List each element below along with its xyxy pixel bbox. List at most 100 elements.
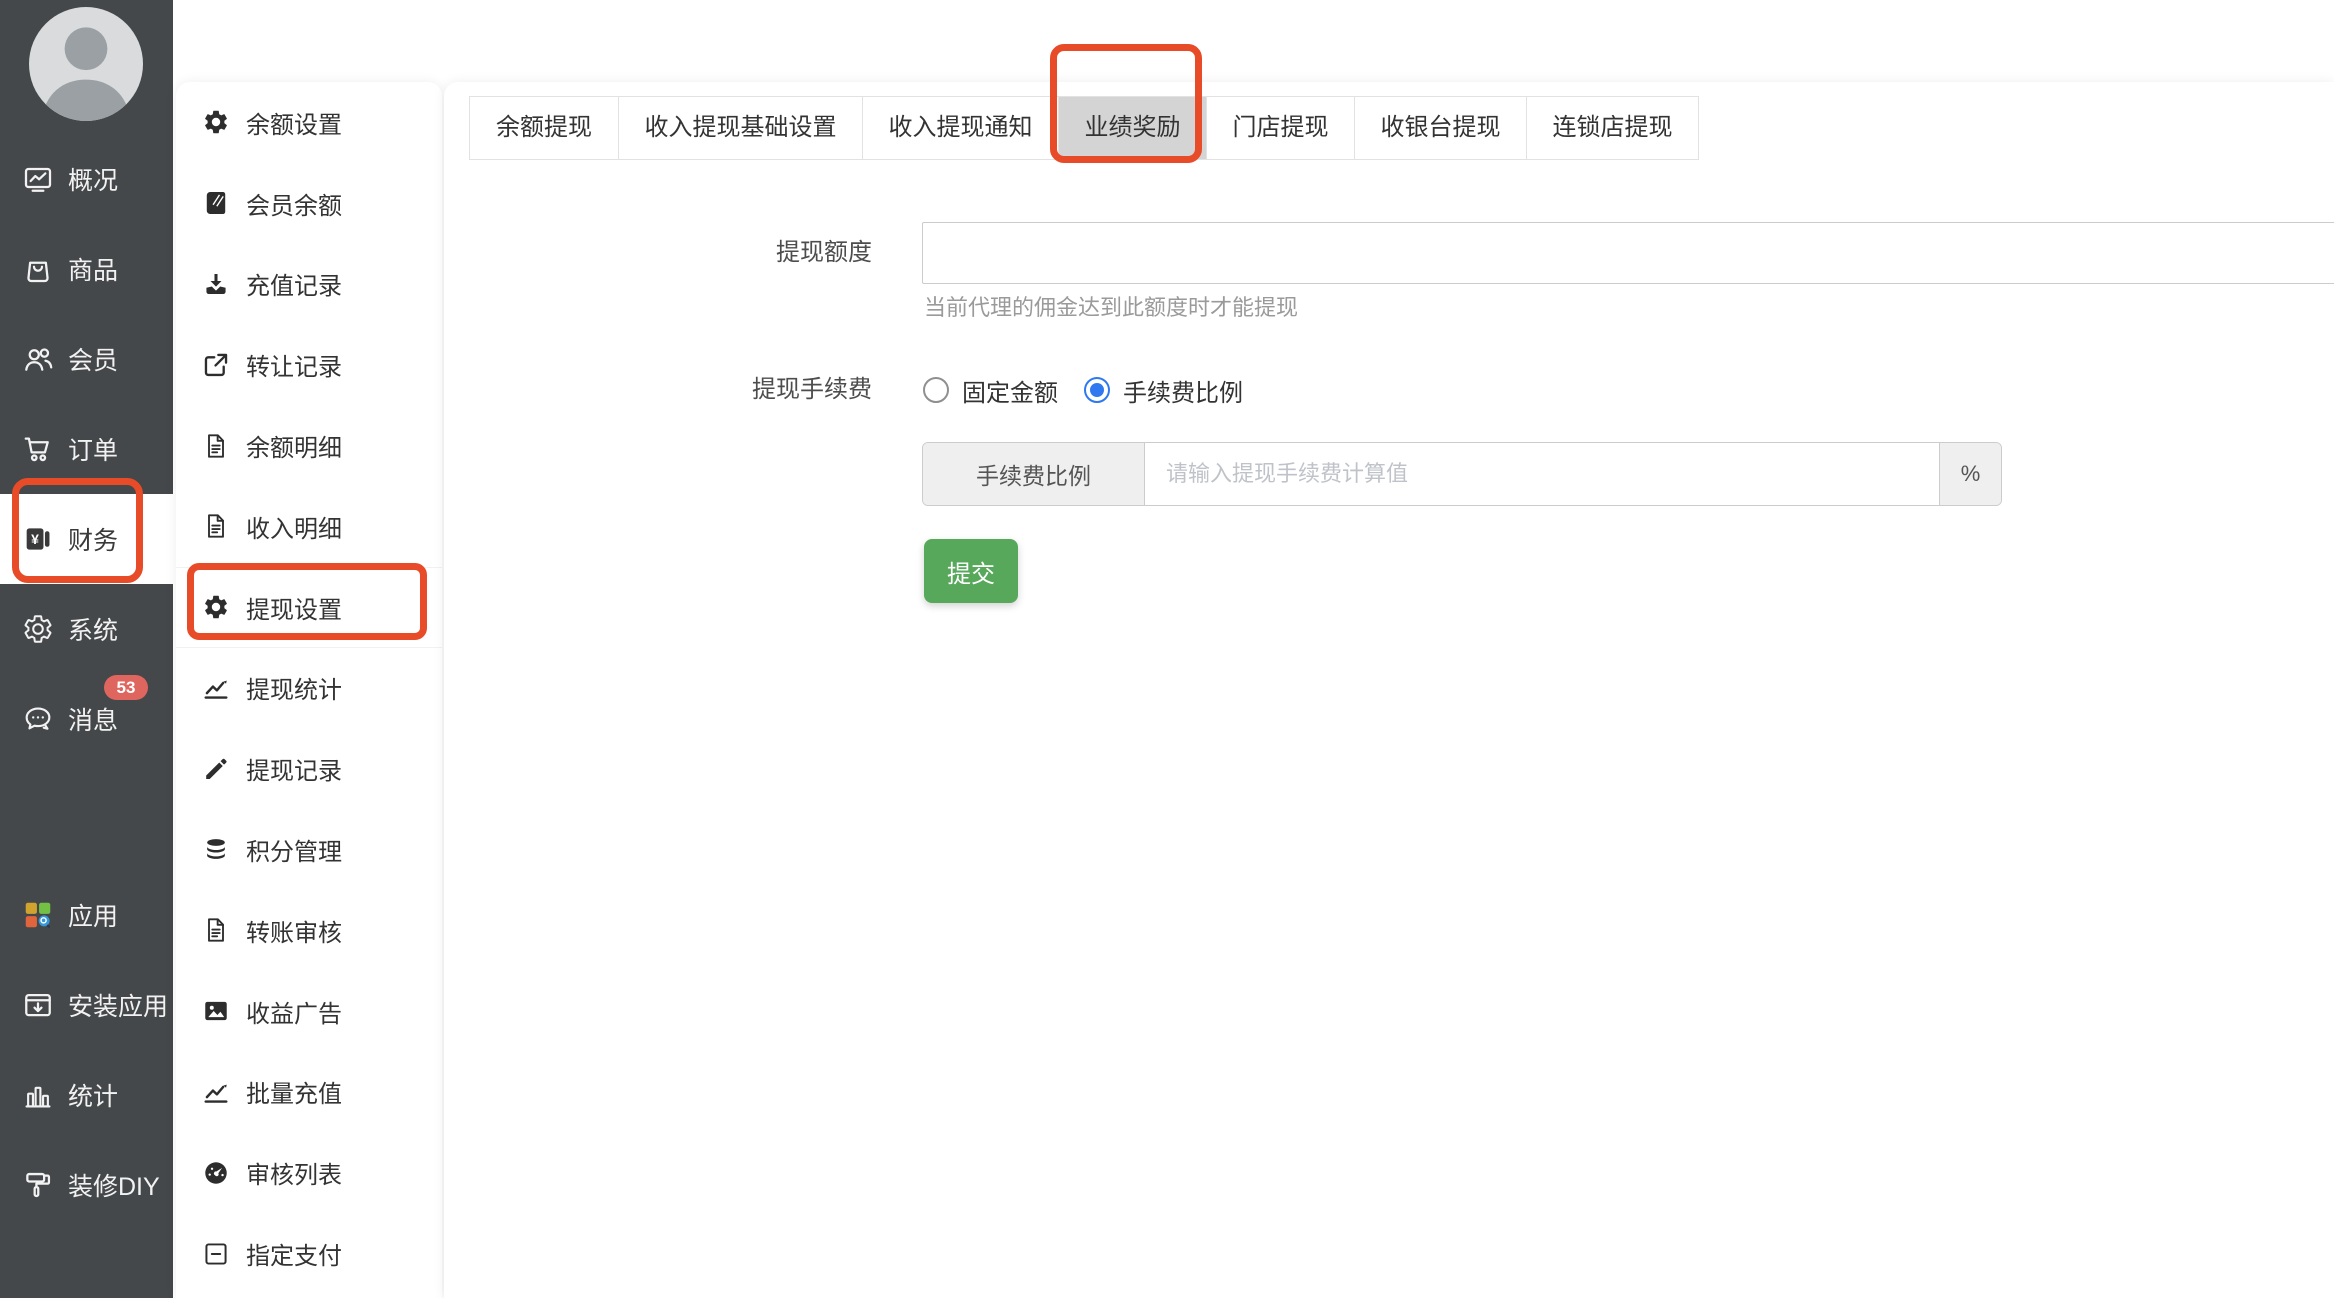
file-icon bbox=[202, 432, 230, 460]
dark-sidebar: 概况商品会员订单 ¥ 财务系统 消息 53 应用安装应用统计装修DIY bbox=[0, 0, 173, 1298]
submenu-item-transfer-records[interactable]: 转让记录 bbox=[176, 324, 442, 405]
book-icon bbox=[202, 189, 230, 217]
finance-icon: ¥ bbox=[22, 523, 54, 555]
submenu-item-balance-settings[interactable]: 余额设置 bbox=[176, 82, 442, 163]
tab-balance-withdraw[interactable]: 余额提现 bbox=[470, 97, 618, 159]
members-icon bbox=[22, 343, 54, 375]
sidebar-item-finance[interactable]: ¥ 财务 bbox=[0, 494, 173, 584]
fee-type-option-fixed-amount[interactable]: 固定金额 bbox=[923, 373, 1058, 408]
sidebar-item-system[interactable]: 系统 bbox=[0, 584, 173, 674]
submenu-item-label: 转让记录 bbox=[246, 354, 342, 382]
submenu-item-withdraw-stats[interactable]: 提现统计 bbox=[176, 648, 442, 729]
sidebar-item-label: 会员 bbox=[68, 347, 119, 375]
submenu-item-label: 收入明细 bbox=[246, 515, 342, 543]
fee-type-option-label: 固定金额 bbox=[962, 379, 1058, 407]
submenu-item-withdraw-settings[interactable]: 提现设置 bbox=[176, 566, 442, 648]
submenu-item-label: 提现设置 bbox=[246, 596, 342, 624]
submenu-item-label: 余额明细 bbox=[246, 435, 342, 463]
sidebar-item-label: 安装应用 bbox=[68, 993, 169, 1021]
sidebar-item-goods[interactable]: 商品 bbox=[0, 224, 173, 314]
fee-type-option-label: 手续费比例 bbox=[1123, 379, 1243, 407]
tab-bar: 余额提现 收入提现基础设置 收入提现通知 业绩奖励 门店提现 收银台提现 连锁店提现 bbox=[469, 96, 1699, 160]
sidebar-item-label: 财务 bbox=[68, 527, 119, 555]
system-icon bbox=[22, 613, 54, 645]
submenu-item-income-details[interactable]: 收入明细 bbox=[176, 486, 442, 567]
overview-icon bbox=[22, 163, 54, 195]
submenu-item-transfer-audit[interactable]: 转账审核 bbox=[176, 890, 442, 971]
submenu-item-income-ads[interactable]: 收益广告 bbox=[176, 971, 442, 1052]
submenu-item-withdraw-records[interactable]: 提现记录 bbox=[176, 728, 442, 809]
withdraw-fee-label: 提现手续费 bbox=[752, 376, 872, 403]
person-silhouette-icon bbox=[41, 27, 131, 121]
submenu-item-audit-list[interactable]: 审核列表 bbox=[176, 1132, 442, 1213]
submenu-item-points-management[interactable]: 积分管理 bbox=[176, 809, 442, 890]
gauge-icon bbox=[202, 1159, 230, 1187]
submenu-item-label: 审核列表 bbox=[246, 1162, 342, 1190]
submenu-item-balance-details[interactable]: 余额明细 bbox=[176, 405, 442, 486]
minus-square-icon bbox=[202, 1240, 230, 1268]
sidebar-item-label: 统计 bbox=[68, 1083, 119, 1111]
submenu-item-label: 提现统计 bbox=[246, 677, 342, 705]
sidebar-item-overview[interactable]: 概况 bbox=[0, 134, 173, 224]
fee-rate-input[interactable] bbox=[1145, 443, 1939, 505]
messages-icon bbox=[22, 703, 54, 735]
apps-icon bbox=[22, 899, 54, 931]
user-avatar[interactable] bbox=[29, 7, 143, 121]
chart-icon bbox=[202, 674, 230, 702]
sidebar-item-decorate-diy[interactable]: 装修DIY bbox=[0, 1140, 173, 1230]
sidebar-item-label: 订单 bbox=[68, 437, 119, 465]
submenu-item-label: 指定支付 bbox=[246, 1243, 342, 1271]
chart-icon bbox=[202, 1078, 230, 1106]
sidebar-item-install-app[interactable]: 安装应用 bbox=[0, 960, 173, 1050]
withdraw-quota-helper-text: 当前代理的佣金达到此额度时才能提现 bbox=[924, 295, 1299, 320]
tab-income-withdraw-notice[interactable]: 收入提现通知 bbox=[862, 97, 1058, 159]
sidebar-item-label: 应用 bbox=[68, 903, 119, 931]
file-icon bbox=[202, 916, 230, 944]
submenu-panel: 余额设置会员余额充值记录转让记录余额明细收入明细提现设置提现统计提现记录积分管理… bbox=[176, 82, 442, 1298]
submenu-item-member-balance[interactable]: 会员余额 bbox=[176, 163, 442, 244]
submenu-item-label: 余额设置 bbox=[246, 111, 342, 139]
external-icon bbox=[202, 351, 230, 379]
sidebar-item-apps[interactable]: 应用 bbox=[0, 870, 173, 960]
dark-sidebar-nav: 概况商品会员订单 ¥ 财务系统 消息 53 应用安装应用统计装修DIY bbox=[0, 0, 173, 1230]
gear-icon bbox=[202, 593, 230, 621]
diy-icon bbox=[22, 1169, 54, 1201]
sidebar-item-stats[interactable]: 统计 bbox=[0, 1050, 173, 1140]
radio-unchecked-icon[interactable] bbox=[923, 377, 949, 403]
sidebar-item-orders[interactable]: 订单 bbox=[0, 404, 173, 494]
submenu-item-label: 收益广告 bbox=[246, 1000, 342, 1028]
gear-icon bbox=[202, 108, 230, 136]
submenu-item-batch-recharge[interactable]: 批量充值 bbox=[176, 1052, 442, 1133]
submit-button[interactable]: 提交 bbox=[924, 539, 1018, 603]
submenu-item-recharge-records[interactable]: 充值记录 bbox=[176, 244, 442, 325]
tab-income-withdraw-basic[interactable]: 收入提现基础设置 bbox=[618, 97, 862, 159]
install-icon bbox=[22, 989, 54, 1021]
radio-checked-icon[interactable] bbox=[1084, 377, 1110, 403]
app: { "colors": { "sidebar_bg": "#45484a", "… bbox=[0, 0, 2334, 1298]
sidebar-item-label: 商品 bbox=[68, 257, 119, 285]
file-icon bbox=[202, 512, 230, 540]
submenu-item-label: 转账审核 bbox=[246, 919, 342, 947]
submenu-item-label: 充值记录 bbox=[246, 273, 342, 301]
tab-cashier-withdraw[interactable]: 收银台提现 bbox=[1354, 97, 1526, 159]
sidebar-item-messages[interactable]: 消息 53 bbox=[0, 674, 173, 764]
coins-icon bbox=[202, 836, 230, 864]
tab-performance-bonus[interactable]: 业绩奖励 bbox=[1058, 97, 1206, 159]
tab-chain-store-withdraw[interactable]: 连锁店提现 bbox=[1526, 97, 1698, 159]
submenu-item-designated-payment[interactable]: 指定支付 bbox=[176, 1213, 442, 1294]
percent-unit-label: % bbox=[1939, 443, 2001, 505]
content-panel: 余额提现 收入提现基础设置 收入提现通知 业绩奖励 门店提现 收银台提现 连锁店提现 提现额… bbox=[444, 82, 2334, 1298]
fee-type-option-fee-percent[interactable]: 手续费比例 bbox=[1084, 373, 1243, 408]
submenu-item-label: 积分管理 bbox=[246, 839, 342, 867]
goods-icon bbox=[22, 253, 54, 285]
tab-store-withdraw[interactable]: 门店提现 bbox=[1206, 97, 1354, 159]
sidebar-item-label: 消息 bbox=[68, 707, 119, 735]
fee-rate-input-group: 手续费比例 % bbox=[922, 442, 2002, 506]
withdraw-quota-input[interactable] bbox=[922, 222, 2334, 284]
download-icon bbox=[202, 270, 230, 298]
orders-icon bbox=[22, 433, 54, 465]
withdraw-quota-label: 提现额度 bbox=[776, 239, 872, 266]
sidebar-item-members[interactable]: 会员 bbox=[0, 314, 173, 404]
svg-text:¥: ¥ bbox=[31, 531, 39, 547]
